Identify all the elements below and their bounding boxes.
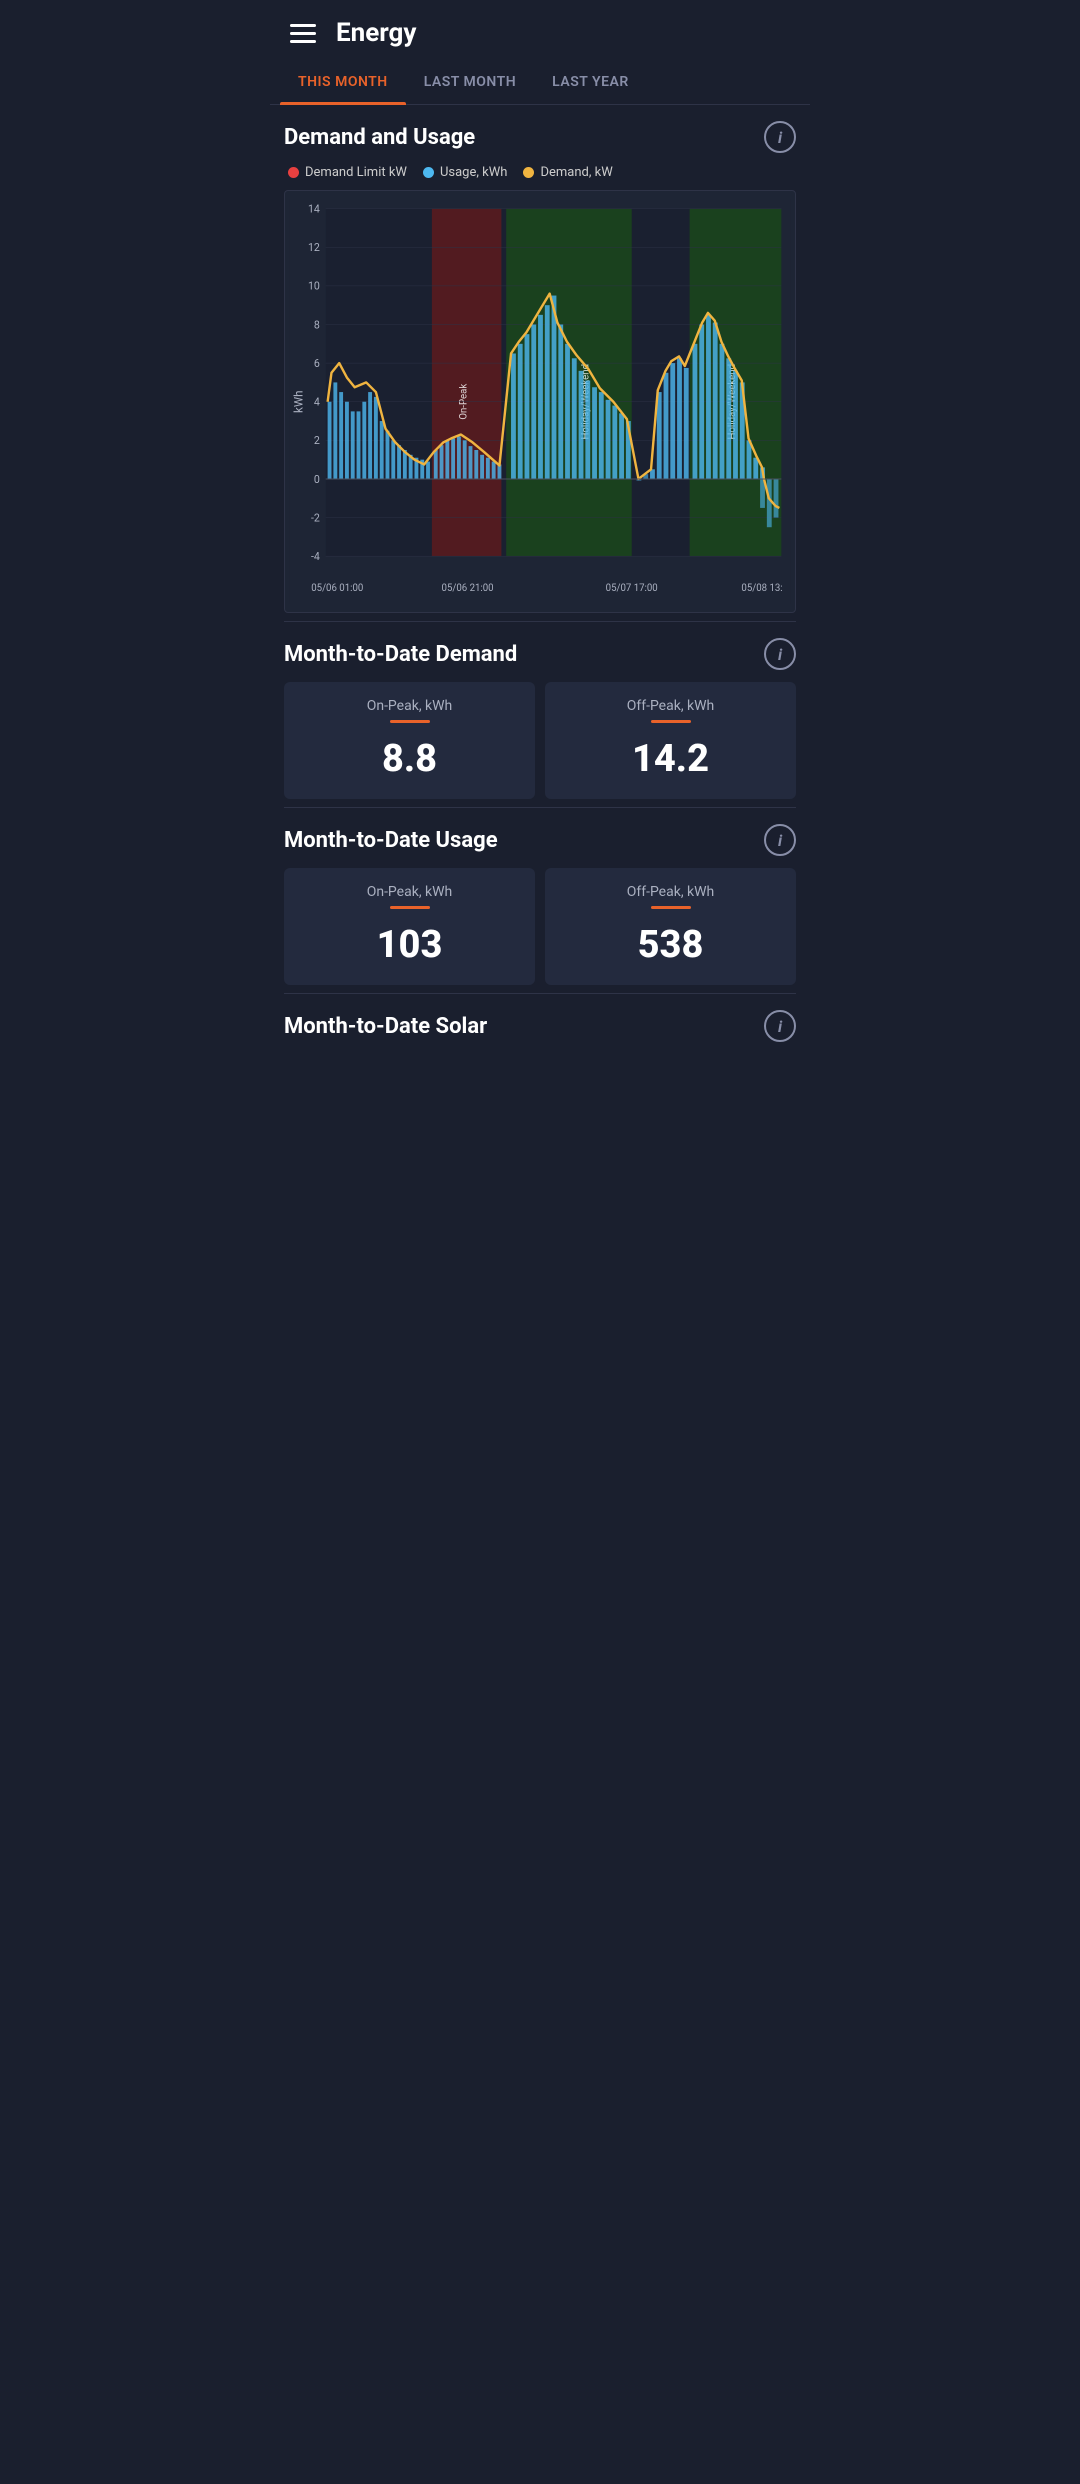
usage-off-peak-card: Off-Peak, kWh 538 xyxy=(545,868,796,985)
month-demand-header: Month-to-Date Demand i xyxy=(284,638,796,670)
chart-svg-wrapper: kWh On-Peak Holiday/Weekend Holiday/Week… xyxy=(289,199,791,608)
legend-label-demand-limit: Demand Limit kW xyxy=(305,165,407,180)
demand-off-peak-label: Off-Peak, kWh xyxy=(627,698,715,714)
demand-on-peak-divider xyxy=(390,720,430,723)
svg-text:6: 6 xyxy=(314,357,320,370)
menu-button[interactable] xyxy=(290,24,316,43)
month-demand-title: Month-to-Date Demand xyxy=(284,642,517,667)
demand-off-peak-divider xyxy=(651,720,691,723)
legend-dot-demand xyxy=(523,167,534,178)
tab-bar: THIS MONTH LAST MONTH LAST YEAR xyxy=(270,60,810,105)
month-demand-cards: On-Peak, kWh 8.8 Off-Peak, kWh 14.2 xyxy=(284,682,796,799)
demand-on-peak-value: 8.8 xyxy=(382,737,437,781)
header: Energy xyxy=(270,0,810,60)
chart-legend: Demand Limit kW Usage, kWh Demand, kW xyxy=(284,165,796,180)
usage-off-peak-label: Off-Peak, kWh xyxy=(627,884,715,900)
legend-dot-demand-limit xyxy=(288,167,299,178)
svg-text:kWh: kWh xyxy=(292,390,306,413)
svg-text:05/06 21:00: 05/06 21:00 xyxy=(442,583,494,594)
legend-demand: Demand, kW xyxy=(523,165,612,180)
month-solar-title: Month-to-Date Solar xyxy=(284,1014,487,1039)
usage-on-peak-label: On-Peak, kWh xyxy=(367,884,453,900)
month-usage-section: Month-to-Date Usage i On-Peak, kWh 103 O… xyxy=(270,808,810,993)
svg-text:05/08 13:: 05/08 13: xyxy=(741,583,782,594)
svg-text:10: 10 xyxy=(308,280,320,293)
svg-text:0: 0 xyxy=(314,473,320,486)
svg-text:12: 12 xyxy=(308,241,320,254)
tab-last-year[interactable]: LAST YEAR xyxy=(534,60,647,104)
month-usage-info-button[interactable]: i xyxy=(764,824,796,856)
month-solar-section: Month-to-Date Solar i xyxy=(270,994,810,1062)
app-title: Energy xyxy=(336,18,416,48)
demand-usage-header: Demand and Usage i xyxy=(284,121,796,153)
legend-label-usage: Usage, kWh xyxy=(440,165,507,180)
svg-text:05/07 17:00: 05/07 17:00 xyxy=(606,583,658,594)
demand-on-peak-card: On-Peak, kWh 8.8 xyxy=(284,682,535,799)
demand-on-peak-label: On-Peak, kWh xyxy=(367,698,453,714)
month-usage-cards: On-Peak, kWh 103 Off-Peak, kWh 538 xyxy=(284,868,796,985)
month-usage-header: Month-to-Date Usage i xyxy=(284,824,796,856)
svg-text:14: 14 xyxy=(308,203,320,216)
usage-on-peak-value: 103 xyxy=(377,923,443,967)
svg-text:2: 2 xyxy=(314,434,320,447)
svg-text:8: 8 xyxy=(314,318,320,331)
tab-this-month[interactable]: THIS MONTH xyxy=(280,60,406,104)
demand-usage-chart[interactable]: kWh On-Peak Holiday/Weekend Holiday/Week… xyxy=(284,190,796,613)
legend-dot-usage xyxy=(423,167,434,178)
svg-text:4: 4 xyxy=(314,396,320,409)
month-solar-header: Month-to-Date Solar i xyxy=(284,1010,796,1042)
usage-on-peak-card: On-Peak, kWh 103 xyxy=(284,868,535,985)
demand-off-peak-card: Off-Peak, kWh 14.2 xyxy=(545,682,796,799)
legend-usage: Usage, kWh xyxy=(423,165,507,180)
usage-off-peak-divider xyxy=(651,906,691,909)
month-usage-title: Month-to-Date Usage xyxy=(284,828,498,853)
usage-on-peak-divider xyxy=(390,906,430,909)
legend-label-demand: Demand, kW xyxy=(540,165,612,180)
month-solar-info-button[interactable]: i xyxy=(764,1010,796,1042)
month-demand-info-button[interactable]: i xyxy=(764,638,796,670)
chart-svg: kWh On-Peak Holiday/Weekend Holiday/Week… xyxy=(289,199,791,604)
demand-off-peak-value: 14.2 xyxy=(632,737,709,781)
svg-text:-4: -4 xyxy=(311,550,320,563)
svg-text:05/06 01:00: 05/06 01:00 xyxy=(311,583,363,594)
month-demand-section: Month-to-Date Demand i On-Peak, kWh 8.8 … xyxy=(270,622,810,807)
usage-off-peak-value: 538 xyxy=(638,923,704,967)
legend-demand-limit: Demand Limit kW xyxy=(288,165,407,180)
demand-usage-info-button[interactable]: i xyxy=(764,121,796,153)
demand-usage-section: Demand and Usage i Demand Limit kW Usage… xyxy=(270,105,810,621)
tab-last-month[interactable]: LAST MONTH xyxy=(406,60,534,104)
svg-text:-2: -2 xyxy=(311,511,320,524)
demand-usage-title: Demand and Usage xyxy=(284,125,475,150)
